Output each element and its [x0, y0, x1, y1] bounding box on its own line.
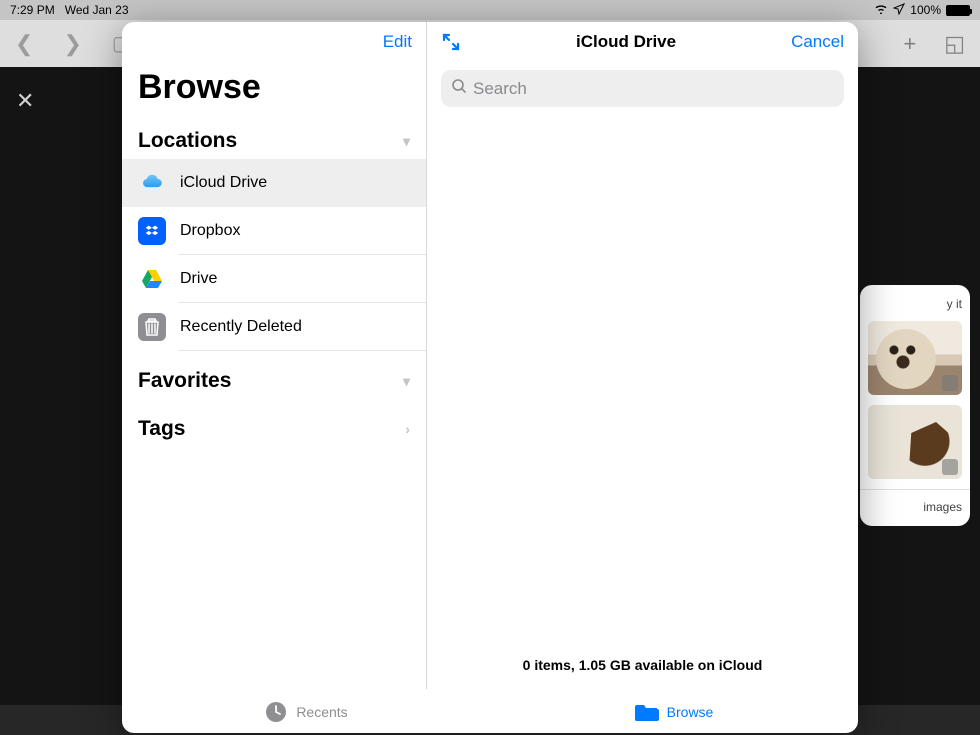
background-thumb	[868, 321, 962, 395]
background-card: y it images	[860, 285, 970, 526]
location-label: Recently Deleted	[180, 318, 302, 336]
trash-icon	[138, 313, 166, 341]
favorites-header[interactable]: Favorites ▾	[122, 361, 426, 399]
forward-icon: ❯	[63, 31, 81, 57]
status-time: 7:29 PM	[10, 3, 55, 17]
locations-label: Locations	[138, 129, 237, 153]
back-icon: ❮	[15, 31, 33, 57]
folder-icon	[635, 700, 659, 724]
plus-icon: +	[903, 31, 916, 57]
chevron-right-icon: ›	[405, 421, 410, 437]
status-date: Wed Jan 23	[65, 3, 129, 17]
content-title: iCloud Drive	[576, 32, 676, 52]
search-field[interactable]	[441, 70, 844, 107]
content-pane: iCloud Drive Cancel 0 items, 1.05 GB ava…	[427, 22, 858, 689]
location-label: Drive	[180, 270, 217, 288]
browse-sidebar: Edit Browse Locations ▾ iCloud Drive Dro…	[122, 22, 427, 689]
tab-label: Recents	[296, 704, 347, 720]
expand-button[interactable]	[441, 32, 461, 52]
icloud-icon	[138, 169, 166, 197]
location-icon	[893, 3, 905, 18]
background-text: y it	[868, 297, 962, 311]
bottom-tabbar: Recents Browse	[122, 689, 858, 733]
wifi-icon	[874, 3, 888, 17]
image-badge-icon	[942, 459, 958, 475]
status-bar: 7:29 PM Wed Jan 23 100%	[0, 0, 980, 20]
battery-icon	[946, 5, 970, 16]
storage-status: 0 items, 1.05 GB available on iCloud	[427, 647, 858, 689]
favorites-label: Favorites	[138, 369, 231, 393]
location-dropbox[interactable]: Dropbox	[122, 207, 426, 255]
tab-browse[interactable]: Browse	[490, 690, 858, 733]
background-footer-text: images	[868, 500, 962, 514]
dropbox-icon	[138, 217, 166, 245]
clock-icon	[264, 700, 288, 724]
chevron-down-icon: ▾	[403, 133, 410, 150]
close-icon: ✕	[16, 88, 34, 114]
image-badge-icon	[942, 375, 958, 391]
cancel-button[interactable]: Cancel	[791, 32, 844, 52]
battery-percent: 100%	[910, 3, 941, 17]
chevron-down-icon: ▾	[403, 373, 410, 390]
browse-title: Browse	[122, 62, 426, 121]
tags-label: Tags	[138, 417, 185, 441]
tags-header[interactable]: Tags ›	[122, 409, 426, 447]
file-picker-modal: Edit Browse Locations ▾ iCloud Drive Dro…	[122, 22, 858, 733]
gdrive-icon	[138, 265, 166, 293]
background-thumb	[868, 405, 962, 479]
tab-label: Browse	[667, 704, 714, 720]
location-recently-deleted[interactable]: Recently Deleted	[122, 303, 426, 351]
location-gdrive[interactable]: Drive	[122, 255, 426, 303]
search-input[interactable]	[473, 79, 834, 99]
search-icon	[451, 78, 467, 99]
locations-header[interactable]: Locations ▾	[122, 121, 426, 159]
tabs-icon: ◱	[944, 31, 965, 57]
tab-recents[interactable]: Recents	[122, 690, 490, 733]
location-icloud[interactable]: iCloud Drive	[122, 159, 426, 207]
location-label: Dropbox	[180, 222, 240, 240]
edit-button[interactable]: Edit	[383, 32, 412, 52]
file-list[interactable]	[427, 115, 858, 647]
location-label: iCloud Drive	[180, 174, 267, 192]
